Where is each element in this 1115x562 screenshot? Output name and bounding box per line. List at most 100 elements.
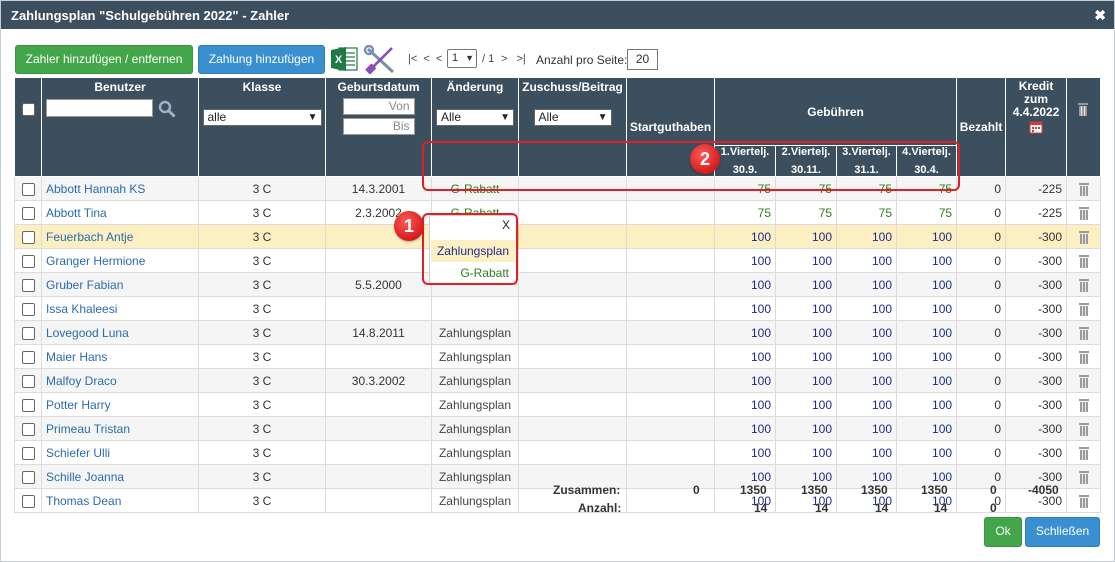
q4-fee-cell[interactable]: 100 [895, 392, 958, 417]
q3-fee-cell[interactable]: 100 [836, 392, 897, 417]
trash-icon[interactable] [1078, 182, 1089, 196]
trash-icon[interactable] [1078, 278, 1089, 292]
subsidy-cell[interactable] [518, 344, 627, 369]
q3-fee-cell[interactable]: 75 [836, 200, 897, 225]
search-icon[interactable] [158, 100, 176, 118]
q4-fee-cell[interactable]: 100 [895, 248, 958, 273]
user-search-input[interactable] [46, 99, 153, 117]
q2-fee-cell[interactable]: 100 [775, 224, 837, 249]
q3-fee-cell[interactable]: 100 [836, 224, 897, 249]
change-cell[interactable]: Zahlungsplan [431, 416, 519, 441]
page-select[interactable]: 1 ▼ [447, 49, 477, 68]
user-name-link[interactable]: Potter Harry [41, 392, 199, 417]
user-name-link[interactable]: Issa Khaleesi [41, 296, 199, 321]
q2-fee-cell[interactable]: 100 [775, 320, 837, 345]
row-checkbox[interactable] [21, 182, 35, 196]
q1-fee-cell[interactable]: 75 [714, 200, 776, 225]
add-remove-payer-button[interactable]: Zahler hinzufügen / entfernen [15, 45, 193, 74]
q1-fee-cell[interactable]: 100 [714, 320, 776, 345]
q2-fee-cell[interactable]: 100 [775, 416, 837, 441]
table-row[interactable]: Malfoy Draco 3 C 30.3.2002 Zahlungsplan 100 1… [14, 368, 1102, 393]
user-name-link[interactable]: Granger Hermione [41, 248, 199, 273]
change-cell[interactable]: Zahlungsplan [431, 320, 519, 345]
row-checkbox[interactable] [21, 254, 35, 268]
q4-fee-cell[interactable]: 100 [895, 224, 958, 249]
change-cell[interactable]: Zahlungsplan [431, 440, 519, 465]
row-checkbox[interactable] [21, 446, 35, 460]
per-page-input[interactable]: 20 [627, 49, 658, 70]
trash-icon[interactable] [1078, 350, 1089, 364]
trash-icon[interactable] [1078, 398, 1089, 412]
row-checkbox[interactable] [21, 470, 35, 484]
q3-fee-cell[interactable]: 100 [836, 416, 897, 441]
row-checkbox[interactable] [21, 278, 35, 292]
change-cell[interactable]: Zahlungsplan [431, 464, 519, 489]
subsidy-cell[interactable] [518, 368, 627, 393]
q1-fee-cell[interactable]: 100 [714, 296, 776, 321]
close-icon[interactable]: ✖ [1094, 7, 1106, 24]
table-row[interactable]: Lovegood Luna 3 C 14.8.2011 Zahlungsplan 100… [14, 320, 1102, 345]
trash-icon[interactable] [1078, 374, 1089, 388]
close-button[interactable]: Schließen [1025, 517, 1100, 547]
q4-fee-cell[interactable]: 100 [895, 344, 958, 369]
q2-fee-cell[interactable]: 100 [775, 392, 837, 417]
row-checkbox[interactable] [21, 398, 35, 412]
user-name-link[interactable]: Maier Hans [41, 344, 199, 369]
trash-icon[interactable] [1077, 103, 1090, 117]
table-row[interactable]: Issa Khaleesi 3 C 100 100 100 100 0 -300 [14, 296, 1102, 321]
q1-fee-cell[interactable]: 100 [714, 368, 776, 393]
row-checkbox[interactable] [21, 494, 35, 508]
change-filter-select[interactable]: Alle ▼ [436, 109, 514, 126]
user-name-link[interactable]: Schiefer Ulli [41, 440, 199, 465]
pager-next-button[interactable]: > [501, 53, 507, 65]
user-name-link[interactable]: Feuerbach Antje [41, 224, 199, 249]
subsidy-cell[interactable] [518, 224, 627, 249]
table-row[interactable]: Primeau Tristan 3 C Zahlungsplan 100 100 100 1… [14, 416, 1102, 441]
class-filter-select[interactable]: alle ▼ [202, 109, 322, 126]
subsidy-cell[interactable] [518, 272, 627, 297]
birth-from-input[interactable]: Von [342, 98, 415, 115]
table-row[interactable]: Abbott Tina 3 C 2.3.2002 G-Rabatt 75 75 75 75 0-… [14, 200, 1102, 225]
table-row[interactable]: Granger Hermione 3 C 100 100 100 100 0 -300 [14, 248, 1102, 273]
change-cell[interactable]: Zahlungsplan [431, 392, 519, 417]
q3-fee-cell[interactable]: 100 [836, 368, 897, 393]
q4-fee-cell[interactable]: 100 [895, 272, 958, 297]
row-checkbox[interactable] [21, 302, 35, 316]
q1-fee-cell[interactable]: 100 [714, 440, 776, 465]
trash-icon[interactable] [1078, 446, 1089, 460]
q1-fee-cell[interactable]: 100 [714, 344, 776, 369]
q1-fee-cell[interactable]: 100 [714, 248, 776, 273]
trash-icon[interactable] [1078, 230, 1089, 244]
table-row[interactable]: Potter Harry 3 C Zahlungsplan 100 100 100 100 0… [14, 392, 1102, 417]
row-checkbox[interactable] [21, 350, 35, 364]
table-row[interactable]: Gruber Fabian 3 C 5.5.2000 100 100 100 100 0 -30… [14, 272, 1102, 297]
q1-fee-cell[interactable]: 100 [714, 416, 776, 441]
subsidy-cell[interactable] [518, 440, 627, 465]
q4-fee-cell[interactable]: 75 [895, 200, 958, 225]
subsidy-cell[interactable] [518, 320, 627, 345]
birth-to-input[interactable]: Bis [342, 118, 415, 135]
q4-fee-cell[interactable]: 100 [895, 440, 958, 465]
trash-icon[interactable] [1078, 470, 1089, 484]
subsidy-filter-select[interactable]: Alle ▼ [533, 109, 612, 126]
q2-fee-cell[interactable]: 100 [775, 296, 837, 321]
table-row[interactable]: Feuerbach Antje3 CZahlungsplan1001001001… [14, 224, 1102, 249]
user-name-link[interactable]: Malfoy Draco [41, 368, 199, 393]
pager-prev2-button[interactable]: < [436, 53, 442, 65]
trash-icon[interactable] [1078, 302, 1089, 316]
change-cell[interactable]: Zahlungsplan [431, 368, 519, 393]
user-name-link[interactable]: Schille Joanna [41, 464, 199, 489]
q3-fee-cell[interactable]: 100 [836, 320, 897, 345]
excel-export-icon[interactable]: X [330, 46, 358, 72]
q4-fee-cell[interactable]: 100 [895, 416, 958, 441]
q3-fee-cell[interactable]: 100 [836, 272, 897, 297]
q4-fee-cell[interactable]: 100 [895, 296, 958, 321]
subsidy-cell[interactable] [518, 200, 627, 225]
add-payment-button[interactable]: Zahlung hinzufügen [198, 45, 325, 74]
pager-last-button[interactable]: >| [517, 53, 526, 65]
q3-fee-cell[interactable]: 100 [836, 248, 897, 273]
select-all-checkbox[interactable] [21, 103, 35, 116]
trash-icon[interactable] [1078, 326, 1089, 340]
user-name-link[interactable]: Gruber Fabian [41, 272, 199, 297]
user-name-link[interactable]: Thomas Dean [41, 488, 199, 513]
